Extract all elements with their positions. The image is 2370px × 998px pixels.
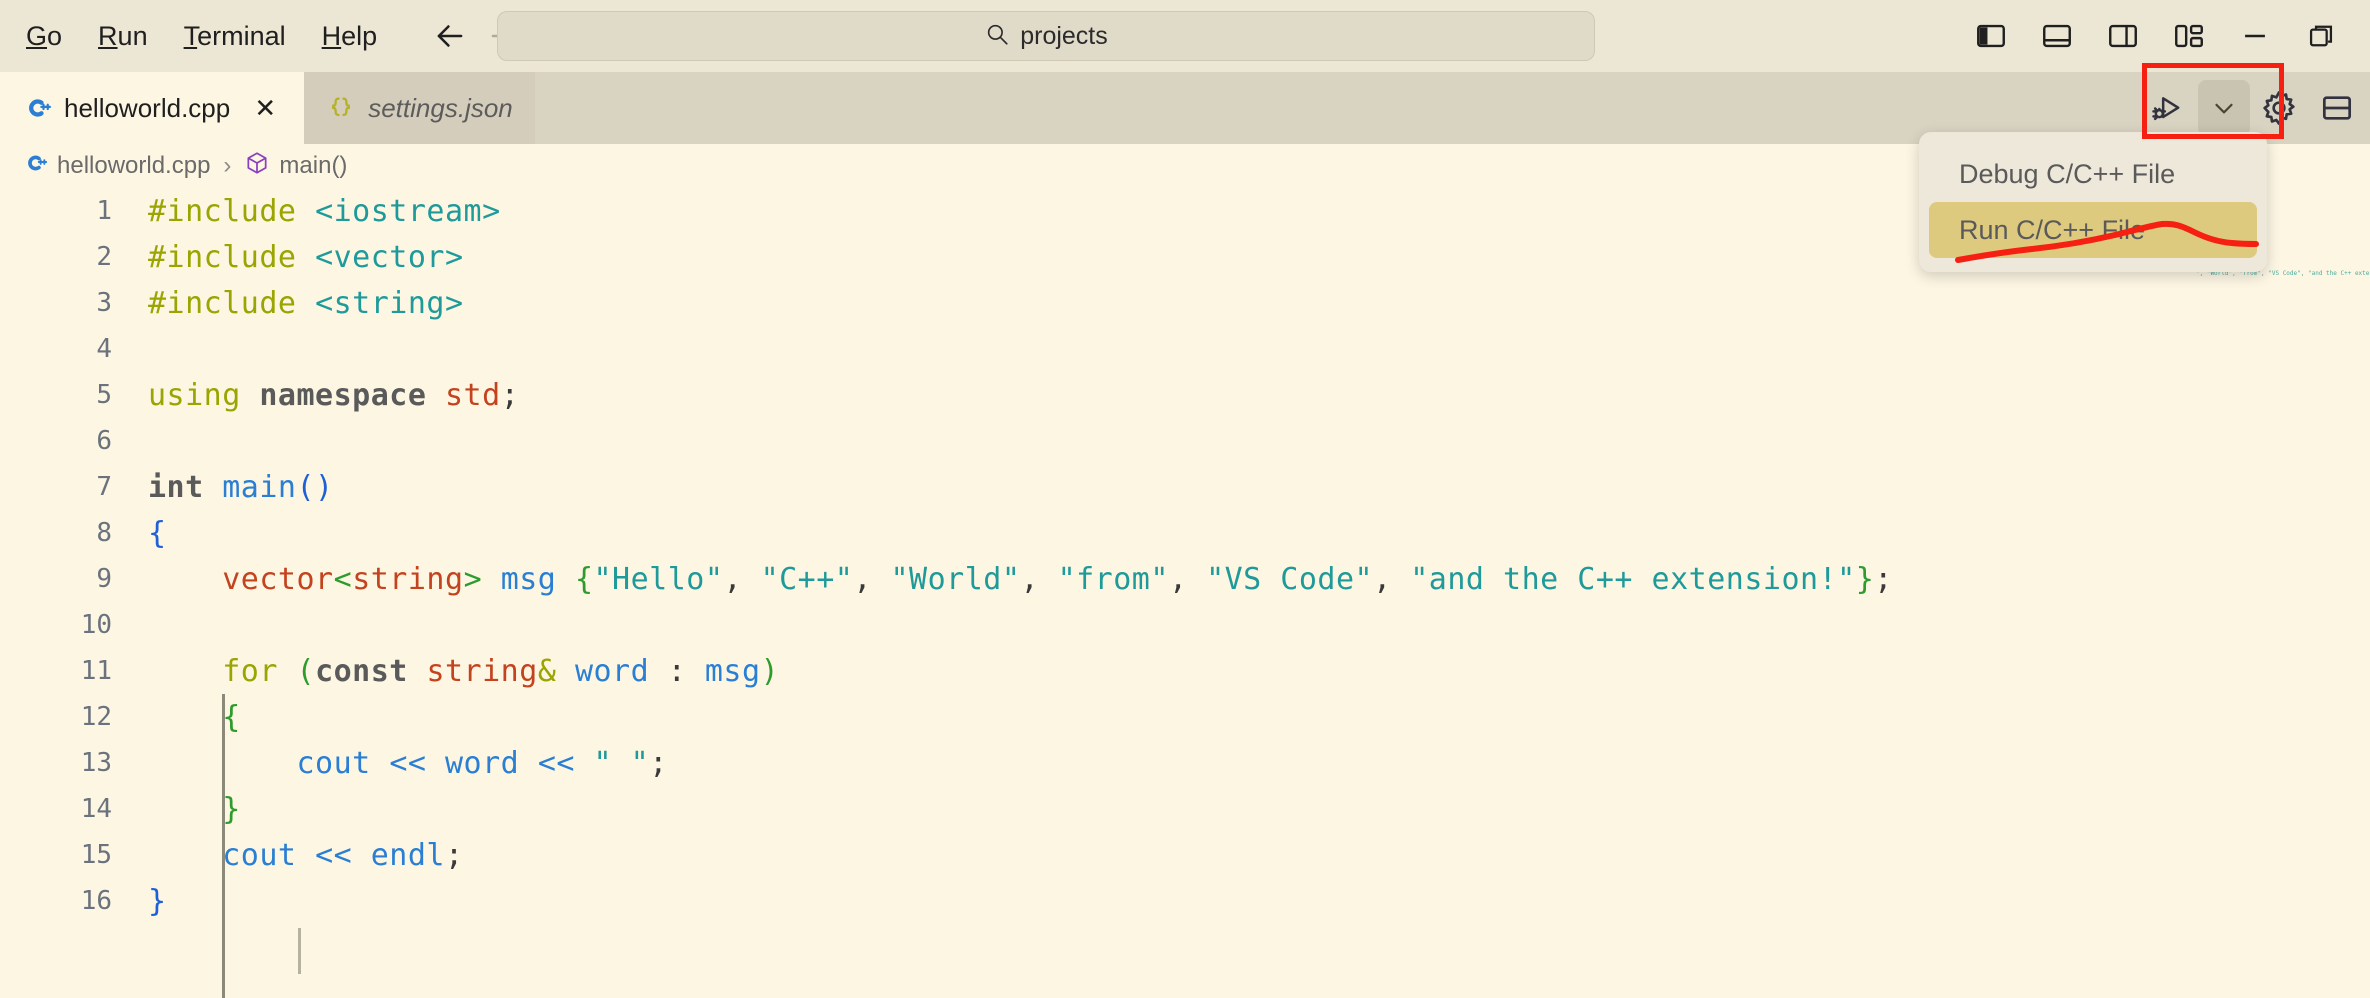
line-number: 5: [96, 380, 112, 410]
cpp-file-icon: [22, 93, 52, 123]
line-number: 1: [96, 196, 112, 226]
menu-run[interactable]: Run: [80, 15, 166, 58]
restore-icon[interactable]: [2288, 7, 2354, 65]
menu-run-rest: un: [117, 20, 148, 51]
line-content: }: [148, 883, 167, 919]
line-content: {: [222, 699, 241, 735]
line-number: 2: [96, 242, 112, 272]
breadcrumb-file[interactable]: helloworld.cpp: [57, 152, 210, 180]
line-content: cout << endl;: [222, 837, 464, 873]
menu-bar: Go Run Terminal Help: [0, 15, 395, 58]
line-number: 11: [80, 656, 112, 686]
breadcrumb-separator: ›: [223, 152, 232, 179]
cpp-file-icon: [22, 150, 48, 183]
run-debug-dropdown-menu: Debug C/C++ File Run C/C++ File: [1919, 132, 2267, 272]
symbol-method-cube-icon: [244, 150, 270, 183]
tab-label: helloworld.cpp: [64, 92, 231, 123]
line-content: #include <string>: [148, 285, 464, 321]
line-content: for (const string& word : msg): [222, 653, 780, 689]
line-content: #include <iostream>: [148, 193, 501, 229]
line-number: 8: [96, 518, 112, 548]
chevron-down-icon[interactable]: [2198, 80, 2250, 136]
tab-helloworld-cpp[interactable]: helloworld.cpp ✕: [0, 72, 305, 144]
line-content: int main(): [148, 469, 334, 505]
menu-go-rest: o: [47, 20, 63, 51]
line-number: 14: [80, 794, 112, 824]
line-content: cout << word << " ";: [296, 745, 668, 781]
line-number: 9: [96, 564, 112, 594]
menu-go-mnemonic: G: [26, 20, 48, 51]
minimap[interactable]: ", "World", "from", "VS Code", "and the …: [2182, 188, 2370, 998]
vscode-window: Go Run Terminal Help projects helloworld…: [0, 0, 2370, 998]
search-value: projects: [1020, 21, 1108, 50]
code-editor[interactable]: 1 #include <iostream> 2 #include <vector…: [0, 188, 2370, 998]
menu-item-label: Run C/C++ File: [1959, 214, 2146, 245]
split-editor-down-icon[interactable]: [2308, 79, 2366, 137]
line-content: }: [222, 791, 241, 827]
settings-gear-icon[interactable]: [2250, 79, 2308, 137]
line-number: 6: [96, 426, 112, 456]
line-number: 4: [96, 334, 112, 364]
minimize-icon[interactable]: [2222, 7, 2288, 65]
toggle-primary-sidebar-icon[interactable]: [1958, 7, 2024, 65]
json-file-icon: [326, 93, 356, 123]
toggle-panel-icon[interactable]: [2024, 7, 2090, 65]
line-content: vector<string> msg {"Hello", "C++", "Wor…: [222, 561, 1893, 597]
menu-help[interactable]: Help: [304, 15, 396, 58]
menu-item-debug-cpp-file[interactable]: Debug C/C++ File: [1929, 146, 2257, 202]
line-number: 15: [80, 840, 112, 870]
customize-layout-icon[interactable]: [2156, 7, 2222, 65]
tab-label: settings.json: [368, 92, 513, 123]
menu-item-label: Debug C/C++ File: [1959, 158, 2176, 189]
search-bar-container: projects: [497, 11, 1595, 61]
line-content: using namespace std;: [148, 377, 520, 413]
menu-run-mnemonic: R: [98, 20, 118, 51]
line-number: 7: [96, 472, 112, 502]
search-input[interactable]: projects: [497, 11, 1595, 61]
indent-guide: [298, 928, 301, 974]
line-number: 16: [80, 886, 112, 916]
tab-settings-json[interactable]: settings.json: [304, 72, 535, 144]
menu-terminal[interactable]: Terminal: [166, 15, 304, 58]
menu-item-run-cpp-file[interactable]: Run C/C++ File: [1929, 202, 2257, 258]
menu-go[interactable]: Go: [8, 15, 80, 58]
line-number: 12: [80, 702, 112, 732]
run-or-debug-icon[interactable]: [2140, 79, 2198, 137]
back-arrow-icon[interactable]: [423, 9, 477, 63]
search-icon: [984, 21, 1010, 52]
title-bar: Go Run Terminal Help projects: [0, 0, 2370, 72]
menu-terminal-rest: erminal: [197, 20, 286, 51]
line-number: 13: [80, 748, 112, 778]
line-number: 10: [80, 610, 112, 640]
line-number: 3: [96, 288, 112, 318]
close-icon[interactable]: ✕: [248, 91, 282, 125]
breadcrumb-symbol[interactable]: main(): [279, 152, 347, 180]
menu-help-rest: elp: [341, 20, 378, 51]
toggle-secondary-sidebar-icon[interactable]: [2090, 7, 2156, 65]
line-content: {: [148, 515, 167, 551]
menu-help-mnemonic: H: [321, 20, 342, 51]
window-controls: [1958, 0, 2370, 72]
line-content: #include <vector>: [148, 239, 464, 275]
menu-terminal-mnemonic: T: [183, 20, 198, 51]
